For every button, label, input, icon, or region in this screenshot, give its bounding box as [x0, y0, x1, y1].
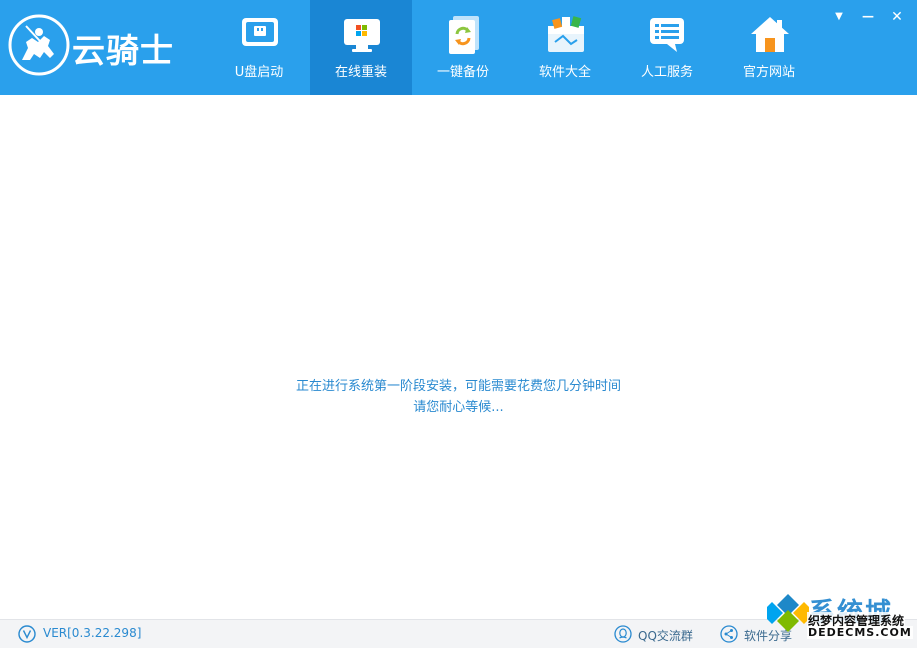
- qq-icon: [614, 625, 632, 643]
- tab-software[interactable]: 软件大全: [514, 0, 616, 95]
- tab-usb-boot[interactable]: U盘启动: [208, 0, 310, 95]
- home-icon: [751, 17, 789, 52]
- backup-icon: [449, 16, 479, 54]
- tab-online-reinstall[interactable]: 在线重装: [310, 0, 412, 95]
- status-line-1: 正在进行系统第一阶段安装，可能需要花费您几分钟时间: [295, 379, 621, 394]
- tab-label: 在线重装: [334, 65, 387, 80]
- menu-dropdown-button[interactable]: ▼: [828, 6, 850, 28]
- install-status: 正在进行系统第一阶段安装，可能需要花费您几分钟时间 请您耐心等候...: [0, 376, 917, 418]
- app-name: 云骑士: [72, 31, 174, 70]
- tab-service[interactable]: 人工服务: [616, 0, 718, 95]
- knight-logo-icon: [8, 14, 70, 76]
- windows-logo-icon: [767, 594, 809, 632]
- online-reinstall-icon: [344, 19, 380, 52]
- version-text: VER[0.3.22.298]: [43, 626, 142, 640]
- software-box-icon: [548, 16, 584, 52]
- watermark-overlay: 系统城 织梦内容管理系统 DEDECMS.COM: [765, 592, 917, 647]
- tab-backup[interactable]: 一键备份: [412, 0, 514, 95]
- version-v-icon: [18, 625, 36, 643]
- usb-boot-icon: [242, 18, 278, 46]
- tab-label: 人工服务: [640, 65, 693, 80]
- chat-service-icon: [650, 18, 684, 52]
- tab-label: U盘启动: [234, 65, 284, 80]
- share-icon: [720, 625, 738, 643]
- tab-label: 软件大全: [538, 65, 591, 80]
- qq-group-label: QQ交流群: [638, 629, 693, 643]
- status-line-2: 请您耐心等候...: [413, 400, 504, 415]
- tab-label: 官方网站: [742, 65, 795, 80]
- app-logo: 云骑士: [8, 14, 208, 76]
- close-button[interactable]: ✕: [886, 6, 908, 28]
- watermark-line-2: DEDECMS.COM: [807, 626, 913, 639]
- tab-official-site[interactable]: 官方网站: [718, 0, 820, 95]
- minimize-button[interactable]: —: [857, 6, 879, 28]
- title-bar: 云骑士 U盘启动 在线重装 一键备份 软件大全 人工服务 官方网站 ▼ — ✕: [0, 0, 917, 95]
- tab-label: 一键备份: [436, 65, 489, 80]
